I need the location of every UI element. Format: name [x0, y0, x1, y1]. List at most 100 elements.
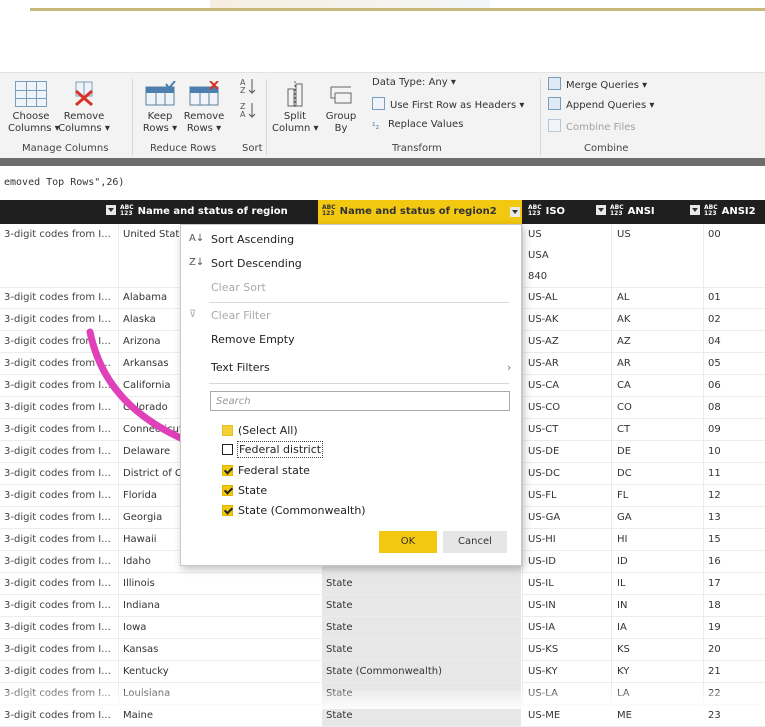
split-column-button[interactable]: Split Column ▾ [272, 81, 319, 135]
cell-ansi: AZ [617, 336, 631, 347]
text-filters-item[interactable]: Text Filters › [211, 361, 511, 374]
sort-ascending-icon: AZ [240, 78, 256, 95]
ribbon-divider [0, 158, 765, 166]
checkbox-checked-icon[interactable] [222, 505, 233, 516]
choose-columns-button[interactable]: Choose Columns ▾ [8, 81, 60, 135]
cell-ansi2: 12 [708, 490, 721, 501]
cell-ansi2: 17 [708, 578, 721, 589]
remove-columns-button[interactable]: Remove Columns ▾ [56, 81, 112, 135]
cell-ansi: DE [617, 446, 632, 457]
cell: Kansas [123, 644, 159, 655]
filter-item-label: State (Commonwealth) [238, 504, 366, 517]
svg-text:Z: Z [240, 86, 246, 95]
formula-bar[interactable]: emoved Top Rows",26) [0, 166, 765, 201]
column-filter-dropdown[interactable] [510, 207, 520, 217]
column-header-ansi[interactable]: ABC 123 ANSI [596, 200, 696, 224]
sort-ascending-item[interactable]: Sort Ascending [211, 233, 294, 246]
append-queries-button[interactable]: Append Queries ▾ [548, 97, 654, 111]
ok-button[interactable]: OK [379, 531, 437, 553]
cell-line: US [528, 229, 542, 240]
cell-ansi2: 20 [708, 644, 721, 655]
formula-text: emoved Top Rows",26) [4, 177, 125, 188]
cell: 3-digit codes from I... [4, 666, 111, 677]
menu-separator [209, 383, 509, 384]
remove-columns-label: Remove Columns ▾ [58, 111, 110, 134]
cell-ansi2: 08 [708, 402, 721, 413]
cell-iso: US-IA [528, 622, 556, 633]
table-icon [15, 81, 47, 107]
cell-iso: US-CA [528, 380, 560, 391]
cell-status: State [322, 595, 521, 616]
data-type-dropdown[interactable]: Data Type: Any ▾ [372, 77, 456, 88]
checkbox-indeterminate-icon[interactable] [222, 425, 233, 436]
group-by-label: Group By [325, 111, 357, 134]
checkbox-checked-icon[interactable] [222, 485, 233, 496]
clear-sort-item[interactable]: Clear Sort [211, 281, 266, 294]
column-header-region2[interactable]: ABC 123 Name and status of region2 [318, 200, 522, 224]
group-by-button[interactable]: Group By [322, 81, 360, 135]
cell-ansi2: 01 [708, 292, 721, 303]
clear-filter-item[interactable]: Clear Filter [211, 309, 271, 322]
table-row[interactable]: 3-digit codes from I... Indiana State US-IN… [0, 595, 765, 617]
cell-iso: US-DC [528, 468, 560, 479]
group-sort: Sort [242, 143, 263, 154]
filter-search-input[interactable]: Search [210, 391, 510, 411]
use-first-row-headers-button[interactable]: Use First Row as Headers ▾ [372, 97, 524, 111]
submenu-chevron-icon: › [507, 361, 512, 374]
cell-iso: US-FL [528, 490, 557, 501]
sort-descending-item[interactable]: Sort Descending [211, 257, 302, 270]
scroll-fade [0, 690, 765, 709]
keep-rows-icon [144, 80, 176, 107]
checkbox-checked-icon[interactable] [222, 465, 233, 476]
column-header-label: Name and status of region [137, 206, 288, 217]
table-row[interactable]: 3-digit codes from I... Kansas State US-KS K… [0, 639, 765, 661]
cell-ansi: IL [617, 578, 626, 589]
keep-rows-button[interactable]: Keep Rows ▾ [140, 80, 180, 135]
cell-ansi2: 04 [708, 336, 721, 347]
cell-iso: US-KS [528, 644, 559, 655]
table-row[interactable]: 3-digit codes from I... Iowa State US-IA IA 1… [0, 617, 765, 639]
cell-iso: US-DE [528, 446, 560, 457]
remove-rows-label: Remove Rows ▾ [183, 111, 225, 134]
append-queries-label: Append Queries ▾ [566, 100, 655, 111]
cell-iso: US-AK [528, 314, 559, 325]
sort-descending-button[interactable]: ZA [236, 101, 260, 123]
cell-ansi2: 19 [708, 622, 721, 633]
cell-ansi: KS [617, 644, 630, 655]
table-row[interactable]: 3-digit codes from I... Illinois State US-I… [0, 573, 765, 595]
type-any-icon: ABC 123 [528, 204, 542, 217]
column-filter-dropdown[interactable] [106, 205, 116, 215]
cell-iso: US-AL [528, 292, 558, 303]
sort-ascending-button[interactable]: AZ [236, 77, 260, 99]
type-any-icon: ABC 123 [610, 204, 624, 217]
cell-ansi2: 15 [708, 534, 721, 545]
ribbon-separator [132, 79, 133, 155]
group-transform: Transform [392, 143, 442, 154]
cell-iso: US USA 840 [528, 224, 608, 287]
cell-iso: US-IL [528, 578, 554, 589]
table-row[interactable]: 3-digit codes from I... Kentucky State (Co… [0, 661, 765, 683]
column-header-label: ANSI2 [721, 206, 756, 217]
svg-text:A: A [240, 110, 246, 119]
checkbox-unchecked-icon[interactable] [222, 444, 233, 455]
group-reduce-rows: Reduce Rows [150, 143, 217, 154]
grid-header: ABC 123 Name and status of region ABC 123 Na… [0, 200, 765, 224]
column-filter-menu: A↓ Sort Ascending Z↓ Sort Descending Cle… [180, 224, 522, 566]
replace-values-button[interactable]: ¹₂ Replace Values [372, 119, 463, 133]
column-filter-dropdown[interactable] [596, 205, 606, 215]
cell-ansi2: 11 [708, 468, 721, 479]
column-filter-dropdown[interactable] [690, 205, 700, 215]
remove-empty-item[interactable]: Remove Empty [211, 333, 295, 346]
column-header-region[interactable]: ABC 123 Name and status of region [106, 200, 318, 224]
cell-ansi: HI [617, 534, 628, 545]
search-placeholder: Search [216, 396, 251, 407]
combine-files-button[interactable]: Combine Files [548, 119, 636, 133]
cell-line: USA [528, 250, 549, 261]
merge-queries-button[interactable]: Merge Queries ▾ [548, 77, 647, 91]
cancel-button[interactable]: Cancel [443, 531, 507, 553]
cell-status: State [322, 617, 521, 638]
remove-rows-button[interactable]: Remove Rows ▾ [182, 80, 226, 135]
column-header-ansi2[interactable]: ABC 123 ANSI2 [690, 200, 765, 224]
cell-ansi2: 21 [708, 666, 721, 677]
column-header-label: Name and status of region2 [339, 206, 497, 217]
